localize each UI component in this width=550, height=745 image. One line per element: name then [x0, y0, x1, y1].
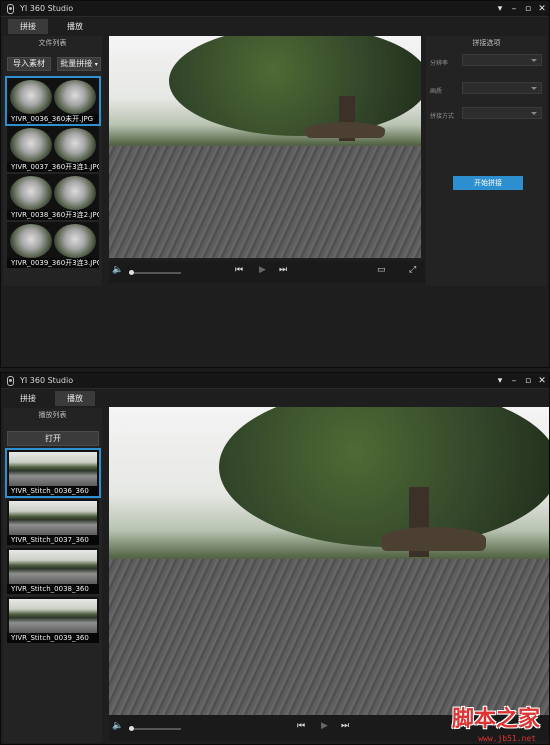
- playlist-header: 播放列表: [38, 411, 67, 419]
- play-icon[interactable]: ▶: [259, 265, 266, 275]
- previous-icon[interactable]: ⏮: [297, 721, 305, 731]
- title-bar: YI 360 Studio ▾ – ▫ ✕: [1, 1, 549, 17]
- minimize-icon[interactable]: –: [507, 373, 521, 389]
- wood-deck: [109, 146, 421, 258]
- dropdown-icon[interactable]: ▾: [493, 373, 507, 389]
- dropdown-icon[interactable]: ▾: [493, 1, 507, 17]
- tree-canopy: [169, 36, 421, 136]
- play-icon[interactable]: ▶: [321, 721, 328, 731]
- volume-slider[interactable]: [129, 272, 181, 274]
- playlist-panel: 播放列表 打开 YIVR_Stitch_0036_360 YIVR_Stitch…: [3, 408, 102, 743]
- restore-icon[interactable]: ▫: [521, 1, 535, 17]
- tree-canopy: [219, 407, 549, 547]
- tab-play[interactable]: 播放: [55, 391, 95, 406]
- title-bar: YI 360 Studio ▾ – ▫ ✕: [1, 373, 549, 389]
- stitch-window: YI 360 Studio ▾ – ▫ ✕ 拼接 播放 文件列表 导入素材 批量…: [0, 0, 550, 368]
- file-item[interactable]: YIVR_0039_360开3连3.JPG: [7, 222, 99, 268]
- bench: [305, 122, 385, 138]
- previous-icon[interactable]: ⏮: [235, 265, 243, 275]
- play-window: YI 360 Studio ▾ – ▫ ✕ 拼接 播放 播放列表 打开 YIVR…: [0, 372, 550, 745]
- fisheye-thumbnail: [10, 176, 52, 210]
- chevron-down-icon: ▾: [94, 61, 98, 68]
- preview-image: [109, 36, 421, 258]
- tab-stitch[interactable]: 拼接: [8, 19, 48, 34]
- stitch-mode-select[interactable]: [462, 107, 542, 119]
- volume-knob[interactable]: [129, 270, 134, 275]
- batch-stitch-label: 批量拼接: [60, 59, 93, 68]
- panorama-thumbnail: [9, 550, 97, 584]
- window-title: YI 360 Studio: [20, 4, 74, 13]
- playlist-item[interactable]: YIVR_Stitch_0037_360: [7, 499, 99, 545]
- fullscreen-icon[interactable]: ⤢: [409, 265, 416, 275]
- volume-icon[interactable]: 🔈: [112, 721, 123, 731]
- restore-icon[interactable]: ▫: [521, 373, 535, 389]
- fisheye-thumbnail: [54, 176, 96, 210]
- close-icon[interactable]: ✕: [535, 1, 549, 17]
- fit-window-icon[interactable]: ▭: [377, 265, 386, 275]
- panorama-thumbnail: [9, 599, 97, 633]
- fisheye-thumbnail: [10, 80, 52, 114]
- volume-knob[interactable]: [129, 726, 134, 731]
- fisheye-thumbnail: [10, 128, 52, 162]
- open-button[interactable]: 打开: [7, 431, 99, 446]
- bench: [381, 527, 486, 551]
- tab-stitch[interactable]: 拼接: [8, 391, 48, 406]
- tab-play[interactable]: 播放: [55, 19, 95, 34]
- file-name: YIVR_0037_360开3连1.JPG: [7, 162, 99, 172]
- resolution-select[interactable]: [462, 54, 542, 66]
- next-icon[interactable]: ⏭: [279, 265, 287, 275]
- playlist-item[interactable]: YIVR_Stitch_0039_360: [7, 597, 99, 643]
- file-list-header: 文件列表: [38, 39, 67, 47]
- start-stitch-button[interactable]: 开始拼接: [453, 176, 523, 190]
- app-icon: [7, 375, 14, 386]
- wood-deck: [109, 559, 549, 715]
- stitch-options-header: 拼接选项: [472, 39, 501, 47]
- file-item[interactable]: YIVR_0037_360开3连1.JPG: [7, 126, 99, 172]
- file-name: YIVR_Stitch_0039_360: [7, 633, 99, 643]
- panorama-thumbnail: [9, 501, 97, 535]
- stitch-options-panel: 拼接选项 分辨率 画质 拼接方式 开始拼接: [426, 36, 547, 286]
- fisheye-thumbnail: [54, 128, 96, 162]
- stitch-mode-label: 拼接方式: [430, 113, 455, 120]
- app-icon: [7, 3, 14, 14]
- panorama-thumbnail: [9, 452, 97, 486]
- batch-stitch-button[interactable]: 批量拼接 ▾: [57, 57, 101, 71]
- file-name: YIVR_0039_360开3连3.JPG: [7, 258, 99, 268]
- window-title: YI 360 Studio: [20, 376, 74, 385]
- fisheye-thumbnail: [10, 224, 52, 258]
- file-name: YIVR_Stitch_0037_360: [7, 535, 99, 545]
- volume-icon[interactable]: 🔈: [112, 265, 123, 275]
- resolution-label: 分辨率: [430, 60, 449, 67]
- quality-select[interactable]: [462, 82, 542, 94]
- file-name: YIVR_Stitch_0038_360: [7, 584, 99, 594]
- quality-label: 画质: [430, 88, 443, 95]
- file-item[interactable]: YIVR_0038_360开3连2.JPG: [7, 174, 99, 220]
- file-name: YIVR_Stitch_0036_360: [7, 486, 99, 496]
- file-name: YIVR_0036_360未开.JPG: [7, 114, 99, 124]
- close-icon[interactable]: ✕: [535, 373, 549, 389]
- minimize-icon[interactable]: –: [507, 1, 521, 17]
- fisheye-thumbnail: [54, 224, 96, 258]
- watermark-url: www.jb51.net: [478, 734, 536, 743]
- playlist-item[interactable]: YIVR_Stitch_0036_360: [5, 448, 101, 498]
- tab-bar: 拼接 播放: [1, 17, 549, 34]
- file-name: YIVR_0038_360开3连2.JPG: [7, 210, 99, 220]
- file-item[interactable]: YIVR_0036_360未开.JPG: [5, 76, 101, 126]
- video-player[interactable]: [109, 407, 549, 715]
- import-button[interactable]: 导入素材: [7, 57, 51, 71]
- playlist-item[interactable]: YIVR_Stitch_0038_360: [7, 548, 99, 594]
- player-controls: 🔈 ⏮ ▶ ⏭ ▭ ⤢: [109, 261, 425, 283]
- volume-slider[interactable]: [129, 728, 181, 730]
- file-list-panel: 文件列表 导入素材 批量拼接 ▾ YIVR_0036_360未开.JPG YIV…: [3, 36, 102, 286]
- watermark-logo: 脚本之家: [451, 706, 540, 732]
- fisheye-thumbnail: [54, 80, 96, 114]
- tab-bar: 拼接 播放: [1, 389, 549, 406]
- next-icon[interactable]: ⏭: [341, 721, 349, 731]
